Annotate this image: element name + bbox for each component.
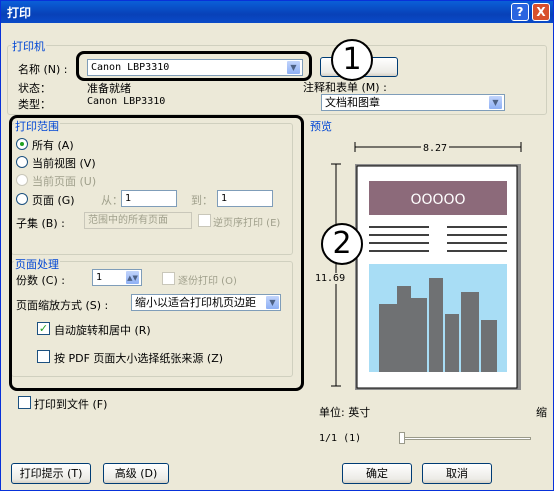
callout-2: 2 [321, 223, 363, 265]
preview-width: 8.27 [421, 143, 450, 154]
units-label: 单位: 英寸 [319, 406, 371, 419]
window-title: 打印 [7, 6, 32, 20]
print-tips-button[interactable]: 打印提示 (T) [11, 463, 91, 484]
printer-status-value: 准备就绪 [87, 82, 131, 95]
printer-name-highlight [76, 51, 312, 81]
print-dialog: 打印 ? X 打印机 名称 (N) : Canon LBP3310 ▼ 状态： … [0, 0, 554, 491]
callout-1: 1 [331, 39, 373, 81]
print-to-file-checkbox[interactable] [18, 396, 31, 409]
printer-type-value: Canon LBP3310 [87, 96, 166, 107]
chevron-down-icon[interactable]: ▼ [488, 95, 503, 110]
banner-text: OOOOO [410, 192, 465, 208]
comments-select[interactable]: 文档和图章 [321, 94, 505, 111]
help-button[interactable]: ? [511, 3, 529, 21]
title-bar: 打印 ? X [1, 1, 553, 23]
printer-name-label: 名称 (N) : [18, 63, 68, 76]
page-slider-track[interactable] [399, 437, 531, 440]
printer-group-label: 打印机 [11, 38, 46, 54]
close-button[interactable]: X [532, 3, 550, 21]
cancel-button[interactable]: 取消 [422, 463, 492, 484]
settings-highlight [9, 115, 304, 391]
printer-status-label: 状态： [18, 82, 51, 95]
page-slider-thumb[interactable] [399, 432, 405, 444]
comments-value: 文档和图章 [325, 96, 380, 109]
ok-button[interactable]: 确定 [342, 463, 412, 484]
page-indicator: 1/1 (1) [319, 433, 362, 444]
advanced-button[interactable]: 高级 (D) [103, 463, 169, 484]
preview-canvas: OOOOO [331, 142, 522, 390]
preview-height: 11.69 [315, 273, 346, 284]
zoom-label: 缩 [536, 406, 547, 419]
printer-type-label: 类型： [18, 98, 51, 111]
comments-label: 注释和表单 (M) : [303, 81, 387, 94]
print-to-file-label: 打印到文件 (F) [34, 398, 108, 411]
